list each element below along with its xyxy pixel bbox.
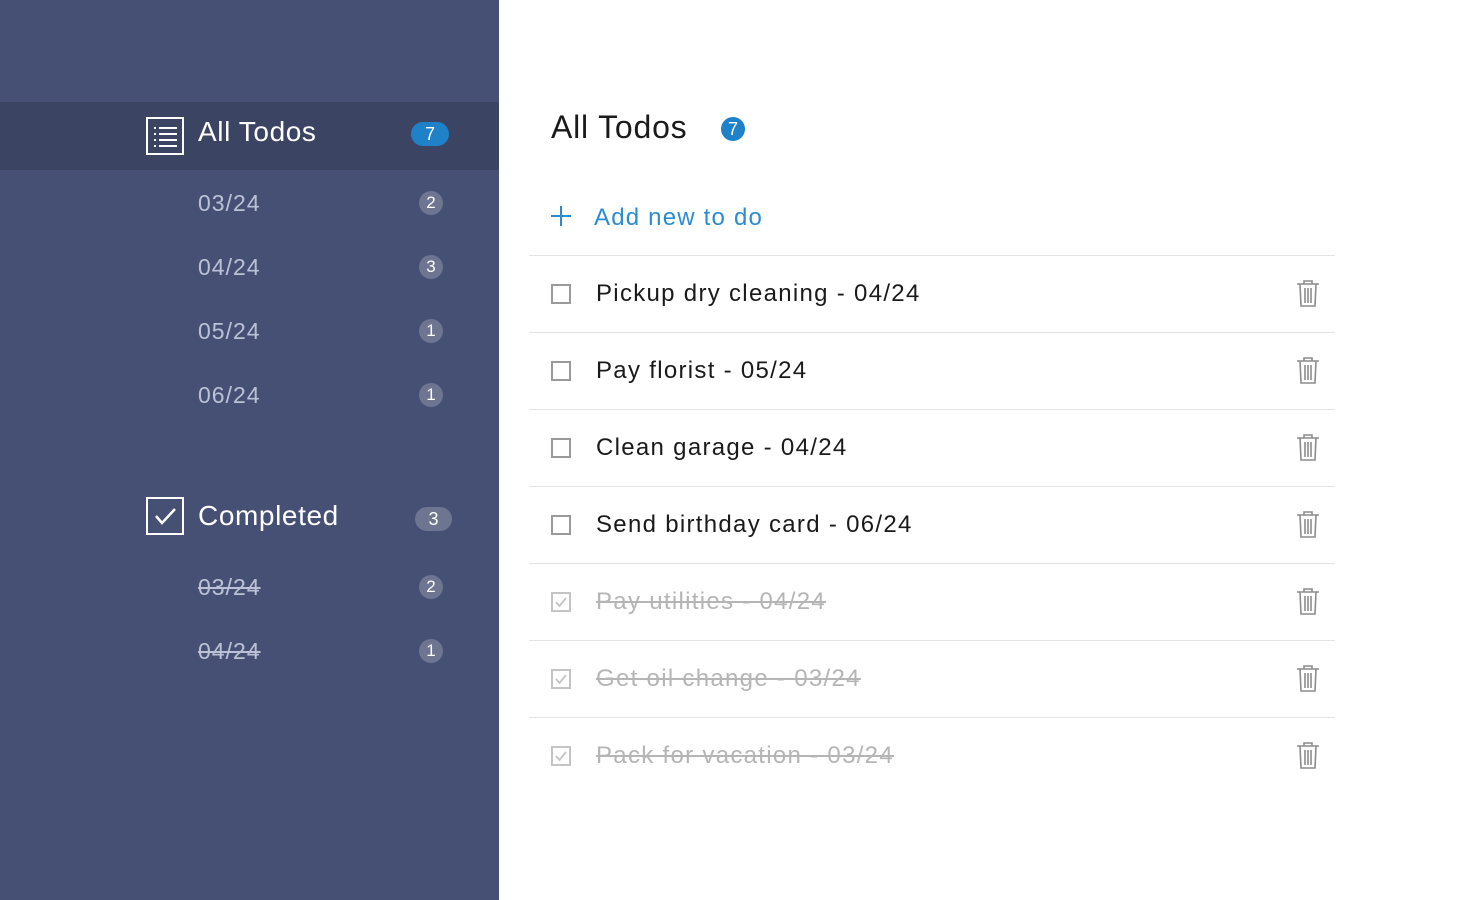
todo-checkbox-checked[interactable] xyxy=(551,592,571,612)
todo-checkbox[interactable] xyxy=(551,515,571,535)
list-icon xyxy=(146,117,184,155)
add-todo-label: Add new to do xyxy=(594,204,764,231)
date-count-badge: 2 xyxy=(419,191,443,215)
sidebar-date-item[interactable]: 03/24 2 xyxy=(0,562,499,612)
todo-checkbox-checked[interactable] xyxy=(551,746,571,766)
date-count-badge: 1 xyxy=(419,383,443,407)
todo-count-badge: 7 xyxy=(721,117,745,141)
todo-item: Pack for vacation - 03/24 xyxy=(529,717,1335,794)
todo-text: Pay florist - 05/24 xyxy=(596,357,808,384)
sidebar-item-all-todos[interactable]: All Todos 7 xyxy=(0,102,499,170)
sidebar-date-item[interactable]: 04/24 1 xyxy=(0,626,499,676)
todo-text: Pay utilities - 04/24 xyxy=(596,588,827,615)
trash-icon[interactable] xyxy=(1295,355,1321,385)
todo-item: Pay florist - 05/24 xyxy=(529,332,1335,409)
sidebar: All Todos 7 03/24 2 04/24 3 05/24 1 06/24 1 Com… xyxy=(0,0,499,900)
todo-item: Pickup dry cleaning - 04/24 xyxy=(529,255,1335,332)
trash-icon[interactable] xyxy=(1295,740,1321,770)
sidebar-date-item[interactable]: 04/24 3 xyxy=(0,242,499,292)
todo-text: Get oil change - 03/24 xyxy=(596,665,861,692)
add-todo-button[interactable]: Add new to do xyxy=(549,200,949,236)
plus-icon xyxy=(549,204,573,228)
todo-text: Pickup dry cleaning - 04/24 xyxy=(596,280,921,307)
todo-text: Clean garage - 04/24 xyxy=(596,434,848,461)
todo-item: Send birthday card - 06/24 xyxy=(529,486,1335,563)
date-label: 06/24 xyxy=(198,382,261,408)
page-title: All Todos xyxy=(551,109,688,145)
sidebar-item-completed[interactable]: Completed 3 xyxy=(0,482,499,550)
date-count-badge: 3 xyxy=(419,255,443,279)
trash-icon[interactable] xyxy=(1295,278,1321,308)
date-count-badge: 1 xyxy=(419,639,443,663)
todo-item: Get oil change - 03/24 xyxy=(529,640,1335,717)
trash-icon[interactable] xyxy=(1295,663,1321,693)
todo-item: Pay utilities - 04/24 xyxy=(529,563,1335,640)
date-label: 03/24 xyxy=(198,190,261,216)
sidebar-date-item[interactable]: 06/24 1 xyxy=(0,370,499,420)
todo-checkbox[interactable] xyxy=(551,284,571,304)
trash-icon[interactable] xyxy=(1295,509,1321,539)
sidebar-date-item[interactable]: 03/24 2 xyxy=(0,178,499,228)
todo-checkbox[interactable] xyxy=(551,438,571,458)
date-count-badge: 2 xyxy=(419,575,443,599)
all-todos-count-badge: 7 xyxy=(411,122,449,146)
date-label: 04/24 xyxy=(198,638,261,664)
sidebar-item-label: Completed xyxy=(198,500,339,531)
trash-icon[interactable] xyxy=(1295,432,1321,462)
checkbox-checked-icon xyxy=(146,497,184,535)
todo-list: Pickup dry cleaning - 04/24 Pay florist -… xyxy=(529,255,1335,794)
date-label: 03/24 xyxy=(198,574,261,600)
date-label: 05/24 xyxy=(198,318,261,344)
completed-count-badge: 3 xyxy=(415,507,452,531)
todo-checkbox-checked[interactable] xyxy=(551,669,571,689)
sidebar-item-label: All Todos xyxy=(198,116,317,147)
todo-text: Pack for vacation - 03/24 xyxy=(596,742,894,769)
todo-item: Clean garage - 04/24 xyxy=(529,409,1335,486)
trash-icon[interactable] xyxy=(1295,586,1321,616)
todo-checkbox[interactable] xyxy=(551,361,571,381)
sidebar-date-item[interactable]: 05/24 1 xyxy=(0,306,499,356)
todo-text: Send birthday card - 06/24 xyxy=(596,511,913,538)
date-label: 04/24 xyxy=(198,254,261,280)
date-count-badge: 1 xyxy=(419,319,443,343)
